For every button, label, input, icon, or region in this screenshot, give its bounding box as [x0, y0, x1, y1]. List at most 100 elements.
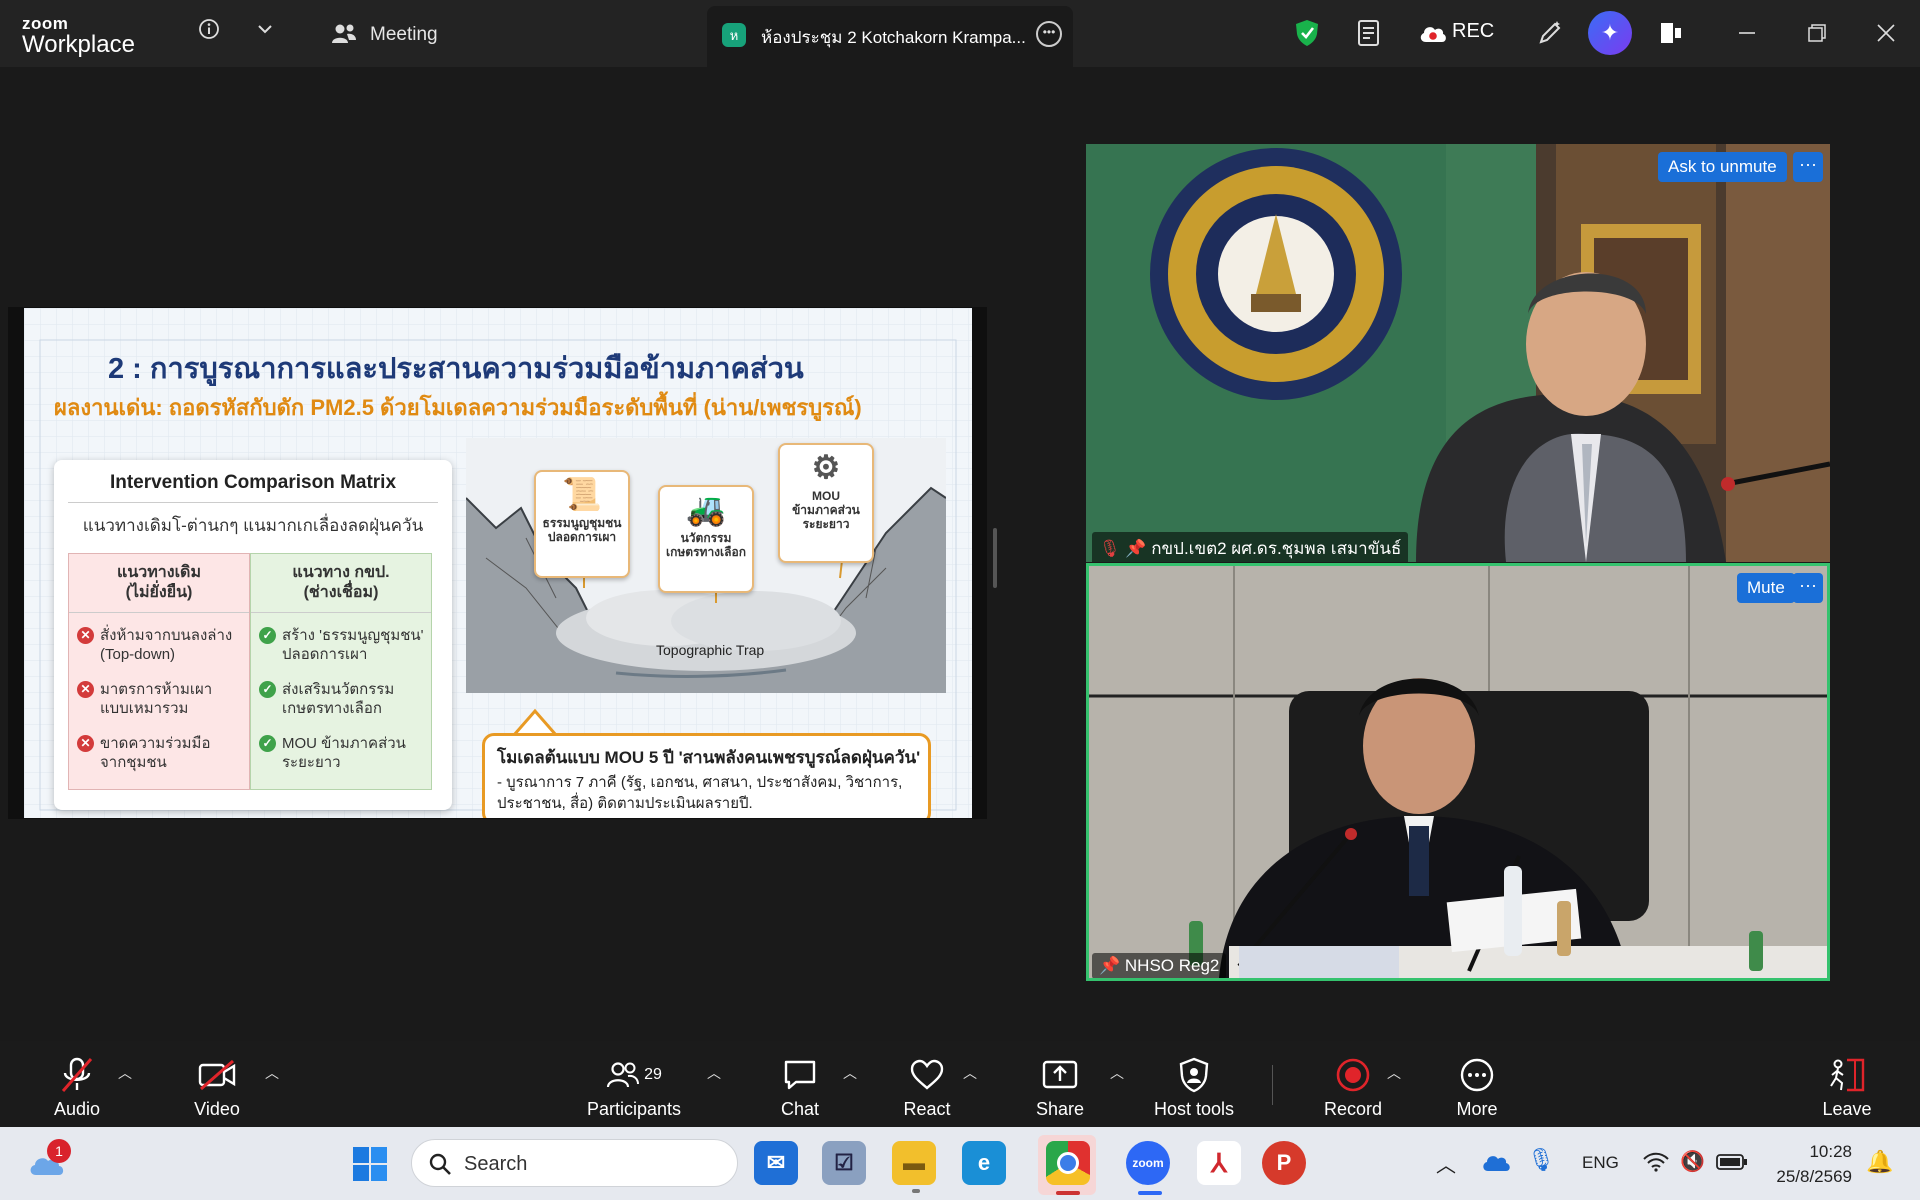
- cross-icon: ✕: [77, 627, 94, 644]
- callout-title: โมเดลต้นแบบ MOU 5 ปี 'สานพลังคนเพชรบูรณ์…: [497, 748, 921, 767]
- tasks-app-icon[interactable]: ☑: [822, 1141, 866, 1185]
- card-agri-innovation: 🚜 นวัตกรรม เกษตรทางเลือก: [658, 485, 754, 593]
- tile-more-options-button[interactable]: ···: [1793, 573, 1823, 603]
- participant-name-tag: 📌 NHSO Reg2: [1092, 953, 1227, 978]
- rec-label[interactable]: REC: [1452, 20, 1494, 43]
- pdf-reader-icon[interactable]: ⅄: [1197, 1141, 1241, 1185]
- callout-pointer: [512, 708, 558, 736]
- record-options-caret-icon[interactable]: ︿: [1387, 1063, 1401, 1083]
- leave-button[interactable]: Leave: [1817, 1055, 1877, 1120]
- app-brand-large: Workplace: [22, 31, 135, 58]
- close-window-icon[interactable]: [1871, 18, 1901, 48]
- annotate-pen-icon[interactable]: [1534, 16, 1566, 50]
- matrix-title: Intervention Comparison Matrix: [109, 472, 397, 493]
- volume-muted-icon[interactable]: 🔇: [1680, 1149, 1705, 1174]
- tab-badge: ห: [722, 23, 746, 47]
- cloud-recording-icon[interactable]: [1418, 20, 1448, 46]
- react-button[interactable]: React: [896, 1055, 958, 1120]
- callout-line: ประชาชน, สื่อ) ติดตามประเมินผลรายปี.: [497, 795, 753, 812]
- notification-badge: 1: [47, 1139, 71, 1163]
- participants-label: Participants: [586, 1099, 682, 1119]
- meeting-info-icon[interactable]: [194, 14, 224, 44]
- video-tile-top[interactable]: Ask to unmute ··· 🎙 📌 กขป.เขต2 ผศ.ดร.ชุม…: [1086, 144, 1830, 562]
- video-button[interactable]: Video: [186, 1055, 248, 1120]
- meeting-label[interactable]: Meeting: [370, 24, 438, 46]
- matrix-header-line: แนวทางเดิม: [117, 564, 201, 581]
- restore-window-icon[interactable]: [1802, 18, 1832, 48]
- slide-title: 2 : การบูรณาการและประสานความร่วมมือข้ามภ…: [108, 353, 804, 385]
- windows-start-icon[interactable]: [352, 1146, 388, 1182]
- matrix-column-new: แนวทาง กขป. (ช่างเชื่อม) ✓ สร้าง 'ธรรมนู…: [250, 553, 432, 790]
- record-label: Record: [1323, 1099, 1383, 1119]
- security-shield-icon[interactable]: [1292, 16, 1322, 50]
- wifi-icon[interactable]: [1642, 1151, 1670, 1175]
- participant-video-feed: [1089, 566, 1827, 978]
- more-dots-icon: [1457, 1055, 1497, 1095]
- notification-bell-icon[interactable]: 🔔: [1866, 1149, 1893, 1175]
- microphone-in-use-icon[interactable]: 🎙: [1527, 1147, 1555, 1173]
- video-tile-bottom-active-speaker[interactable]: Mute ··· 📌 NHSO Reg2: [1086, 563, 1830, 981]
- video-options-caret-icon[interactable]: ︿: [265, 1063, 279, 1083]
- edge-browser-icon[interactable]: e: [962, 1141, 1006, 1185]
- search-placeholder: Search: [464, 1153, 528, 1175]
- tray-expand-icon[interactable]: ︿: [1436, 1149, 1456, 1178]
- meeting-tab[interactable]: ห ห้องประชุม 2 Kotchakorn Krampa... •••: [707, 6, 1073, 67]
- mute-button[interactable]: Mute: [1737, 573, 1795, 603]
- powerpoint-app-icon[interactable]: P: [1262, 1141, 1306, 1185]
- audio-label: Audio: [53, 1099, 101, 1119]
- muted-mic-icon: 🎙: [1099, 539, 1121, 558]
- chrome-browser-icon[interactable]: [1046, 1141, 1090, 1185]
- matrix-item: ✓ ส่งเสริมนวัตกรรม เกษตรทางเลือก: [259, 680, 427, 720]
- leave-label: Leave: [1822, 1099, 1872, 1119]
- react-options-caret-icon[interactable]: ︿: [963, 1063, 977, 1083]
- matrix-item-line: ระยะยาว: [282, 754, 341, 771]
- react-label: React: [903, 1099, 951, 1119]
- share-options-caret-icon[interactable]: ︿: [1110, 1063, 1124, 1083]
- cross-icon: ✕: [77, 735, 94, 752]
- meeting-people-icon[interactable]: [329, 20, 359, 48]
- taskbar-search-box[interactable]: Search: [411, 1139, 738, 1187]
- clock-date[interactable]: 25/8/2569: [1762, 1167, 1852, 1187]
- participants-options-caret-icon[interactable]: ︿: [707, 1063, 721, 1083]
- notes-icon[interactable]: [1355, 16, 1385, 50]
- audio-button[interactable]: Audio: [46, 1055, 108, 1120]
- matrix-item-line: (Top-down): [100, 646, 176, 663]
- audio-options-caret-icon[interactable]: ︿: [118, 1063, 132, 1083]
- gear-handshake-icon: ⚙: [811, 449, 841, 485]
- tractor-icon: 🚜: [686, 491, 726, 527]
- ask-to-unmute-button[interactable]: Ask to unmute: [1658, 152, 1787, 182]
- chat-button[interactable]: Chat: [770, 1055, 830, 1120]
- chevron-down-icon[interactable]: [250, 14, 280, 44]
- host-tools-button[interactable]: Host tools: [1148, 1055, 1240, 1120]
- share-button[interactable]: Share: [1030, 1055, 1090, 1120]
- matrix-column-traditional: แนวทางเดิม (ไม่ยั่งยืน) ✕ สั่งห้ามจากบนล…: [68, 553, 250, 790]
- file-explorer-icon[interactable]: ▬: [892, 1141, 936, 1185]
- topographic-trap-label: Topographic Trap: [656, 642, 765, 658]
- tab-more-icon[interactable]: •••: [1036, 21, 1062, 47]
- matrix-item: ✕ สั่งห้ามจากบนลงล่าง (Top-down): [77, 626, 245, 666]
- leave-door-icon: [1827, 1055, 1867, 1095]
- matrix-item-line: เกษตรทางเลือก: [282, 700, 382, 717]
- host-tools-label: Host tools: [1153, 1099, 1235, 1119]
- ai-companion-icon[interactable]: ✦: [1588, 11, 1632, 55]
- record-button[interactable]: Record: [1322, 1055, 1384, 1120]
- card-line: ปลอดการเผา: [547, 530, 617, 544]
- minimize-window-icon[interactable]: [1732, 18, 1762, 48]
- input-language[interactable]: ENG: [1582, 1153, 1619, 1173]
- battery-icon[interactable]: [1716, 1153, 1748, 1171]
- chat-options-caret-icon[interactable]: ︿: [843, 1063, 857, 1083]
- chat-label: Chat: [780, 1099, 820, 1119]
- zoom-app-icon[interactable]: zoom: [1126, 1141, 1170, 1185]
- mou-callout: โมเดลต้นแบบ MOU 5 ปี 'สานพลังคนเพชรบูรณ์…: [482, 733, 931, 818]
- participants-button[interactable]: 29 Participants: [584, 1055, 684, 1120]
- side-panel-icon[interactable]: [1655, 16, 1687, 50]
- toolbar-divider: [1272, 1065, 1273, 1105]
- comparison-matrix: Intervention Comparison Matrix แนวทางเดิ…: [54, 460, 452, 810]
- tile-more-options-button[interactable]: ···: [1793, 152, 1823, 182]
- outlook-app-icon[interactable]: ✉: [754, 1141, 798, 1185]
- clock-time[interactable]: 10:28: [1772, 1142, 1852, 1162]
- more-button[interactable]: More: [1446, 1055, 1508, 1120]
- card-mou: ⚙ MOU ข้ามภาคส่วน ระยะยาว: [778, 443, 874, 563]
- splitter-handle[interactable]: [993, 528, 997, 588]
- onedrive-cloud-icon[interactable]: [1482, 1151, 1512, 1175]
